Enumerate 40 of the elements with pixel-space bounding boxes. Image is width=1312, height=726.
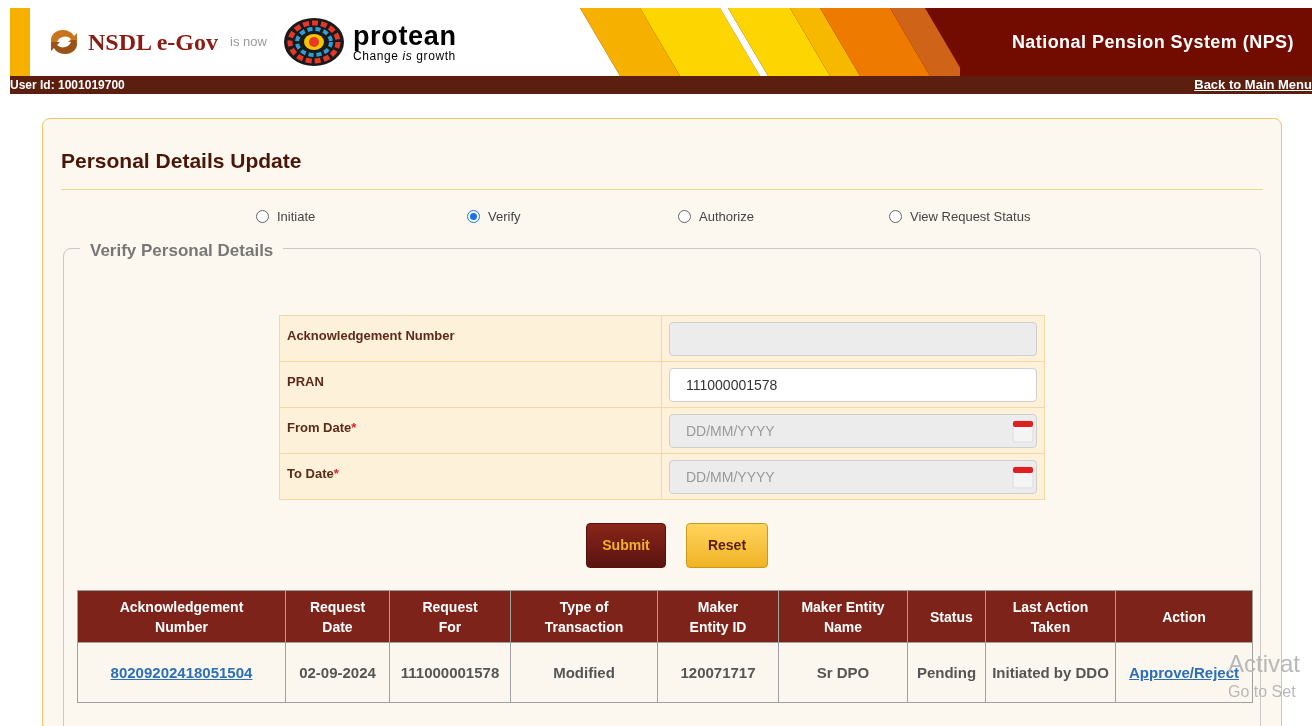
mode-radio[interactable]: Verify bbox=[467, 206, 678, 226]
table-cell: 111000001578 bbox=[400, 664, 500, 681]
column-header: Request Date bbox=[285, 590, 390, 643]
column-header: Type of Transaction bbox=[510, 590, 658, 643]
column-header: Last Action Taken bbox=[985, 590, 1116, 643]
brand-name: protean bbox=[352, 22, 457, 50]
page-title: Personal Details Update bbox=[61, 148, 303, 174]
brand-connector: is now bbox=[230, 33, 267, 52]
table-cell: Pending bbox=[916, 664, 977, 681]
calendar-icon[interactable] bbox=[1012, 464, 1034, 489]
form-label: Acknowledgement Number bbox=[279, 315, 662, 362]
column-header: Status bbox=[907, 590, 986, 643]
accent-strip bbox=[10, 8, 30, 76]
brand-name: NSDL e-Gov bbox=[88, 28, 218, 57]
system-title: National Pension System (NPS) bbox=[1011, 30, 1294, 54]
table-cell: Modified bbox=[553, 664, 615, 681]
colorful-ring-logo-icon bbox=[282, 17, 345, 67]
reset-button[interactable]: Reset bbox=[686, 523, 768, 568]
user-id: User Id: 1001019700 bbox=[10, 77, 125, 94]
column-header: Acknowledgement Number bbox=[77, 590, 286, 643]
form-label: From Date* bbox=[279, 407, 662, 454]
table-cell: 120071717 bbox=[680, 664, 756, 681]
input-field[interactable]: 111000001578 bbox=[669, 367, 1037, 402]
column-header: Request For bbox=[389, 590, 511, 643]
form-label: PRAN bbox=[279, 361, 662, 408]
form-label: To Date* bbox=[279, 453, 662, 500]
swirl-logo-icon bbox=[48, 30, 80, 54]
column-header: Maker Entity ID bbox=[657, 590, 779, 643]
mode-radio[interactable]: Authorize bbox=[678, 206, 889, 226]
table-cell: Sr DPO bbox=[816, 664, 870, 681]
table-cell: Initiated by DDO bbox=[992, 664, 1109, 681]
submit-button[interactable]: Submit bbox=[586, 523, 666, 568]
mode-radio[interactable]: Initiate bbox=[256, 206, 467, 226]
calendar-icon[interactable] bbox=[1012, 418, 1034, 443]
table-cell: 02-09-2024 bbox=[299, 664, 376, 681]
column-header: Maker Entity Name bbox=[778, 590, 908, 643]
column-header: Action bbox=[1115, 590, 1253, 643]
mode-radio[interactable]: View Request Status bbox=[889, 206, 1031, 226]
table-link[interactable]: 80209202418051504 bbox=[110, 664, 253, 681]
back-to-menu-link[interactable]: Back to Main Menu bbox=[1194, 75, 1312, 95]
